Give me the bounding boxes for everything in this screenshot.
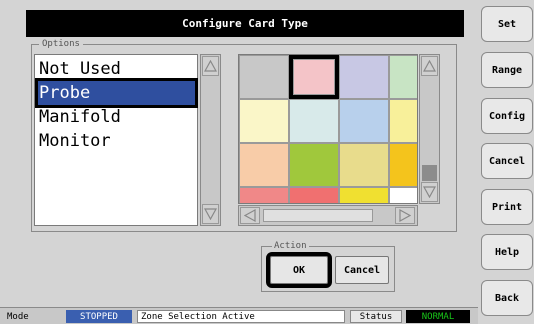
color-swatch[interactable] xyxy=(239,99,289,143)
color-swatch[interactable] xyxy=(289,55,339,99)
status-badge: NORMAL xyxy=(406,310,470,323)
color-swatch[interactable] xyxy=(389,187,417,203)
list-item-manifold[interactable]: Manifold xyxy=(38,105,195,129)
list-scroll-up-button[interactable] xyxy=(202,56,219,76)
triangle-left-icon xyxy=(244,209,256,222)
color-swatch[interactable] xyxy=(289,187,339,203)
list-item-not-used[interactable]: Not Used xyxy=(38,57,195,81)
list-item-monitor[interactable]: Monitor xyxy=(38,129,195,153)
color-swatch[interactable] xyxy=(389,143,417,187)
grid-horizontal-scrollbar[interactable] xyxy=(238,205,418,226)
dialog-title: Configure Card Type xyxy=(26,10,464,37)
color-swatch[interactable] xyxy=(239,143,289,187)
triangle-down-icon xyxy=(204,208,217,220)
triangle-up-icon xyxy=(423,60,436,72)
mode-label: Mode xyxy=(7,311,29,322)
triangle-down-icon xyxy=(423,186,436,198)
color-swatch[interactable] xyxy=(289,143,339,187)
grid-scroll-up-button[interactable] xyxy=(421,56,438,76)
color-swatch[interactable] xyxy=(239,55,289,99)
color-swatch[interactable] xyxy=(339,55,389,99)
list-scrollbar[interactable] xyxy=(200,54,221,226)
status-message: Zone Selection Active xyxy=(137,310,345,323)
range-button[interactable]: Range xyxy=(481,52,533,88)
ok-button[interactable]: OK xyxy=(266,252,332,288)
action-legend: Action xyxy=(272,241,309,251)
mode-status-badge: STOPPED xyxy=(66,310,132,323)
card-type-list[interactable]: Not Used Probe Manifold Monitor xyxy=(34,54,198,226)
print-button[interactable]: Print xyxy=(481,189,533,225)
color-swatch[interactable] xyxy=(289,99,339,143)
color-swatch[interactable] xyxy=(339,99,389,143)
grid-horizontal-scroll-thumb[interactable] xyxy=(263,209,373,222)
grid-scroll-right-button[interactable] xyxy=(395,207,415,224)
color-swatch[interactable] xyxy=(339,187,389,203)
color-swatch[interactable] xyxy=(389,99,417,143)
triangle-up-icon xyxy=(204,60,217,72)
side-cancel-button[interactable]: Cancel xyxy=(481,143,533,179)
back-button[interactable]: Back xyxy=(481,280,533,316)
cancel-button[interactable]: Cancel xyxy=(335,256,389,284)
color-grid[interactable] xyxy=(238,54,418,204)
color-swatch[interactable] xyxy=(239,187,289,203)
help-button[interactable]: Help xyxy=(481,234,533,270)
grid-vertical-scroll-thumb[interactable] xyxy=(422,165,437,181)
color-swatch[interactable] xyxy=(339,143,389,187)
grid-vertical-scrollbar[interactable] xyxy=(419,54,440,204)
config-button[interactable]: Config xyxy=(481,98,533,134)
status-bar: Mode STOPPED Zone Selection Active Statu… xyxy=(0,307,478,324)
list-item-probe[interactable]: Probe xyxy=(35,78,198,108)
grid-scroll-down-button[interactable] xyxy=(421,182,438,202)
set-button[interactable]: Set xyxy=(481,6,533,42)
triangle-right-icon xyxy=(399,209,411,222)
options-legend: Options xyxy=(39,39,83,49)
list-scroll-down-button[interactable] xyxy=(202,204,219,224)
color-swatch[interactable] xyxy=(389,55,417,99)
status-label: Status xyxy=(350,310,402,323)
grid-scroll-left-button[interactable] xyxy=(240,207,260,224)
